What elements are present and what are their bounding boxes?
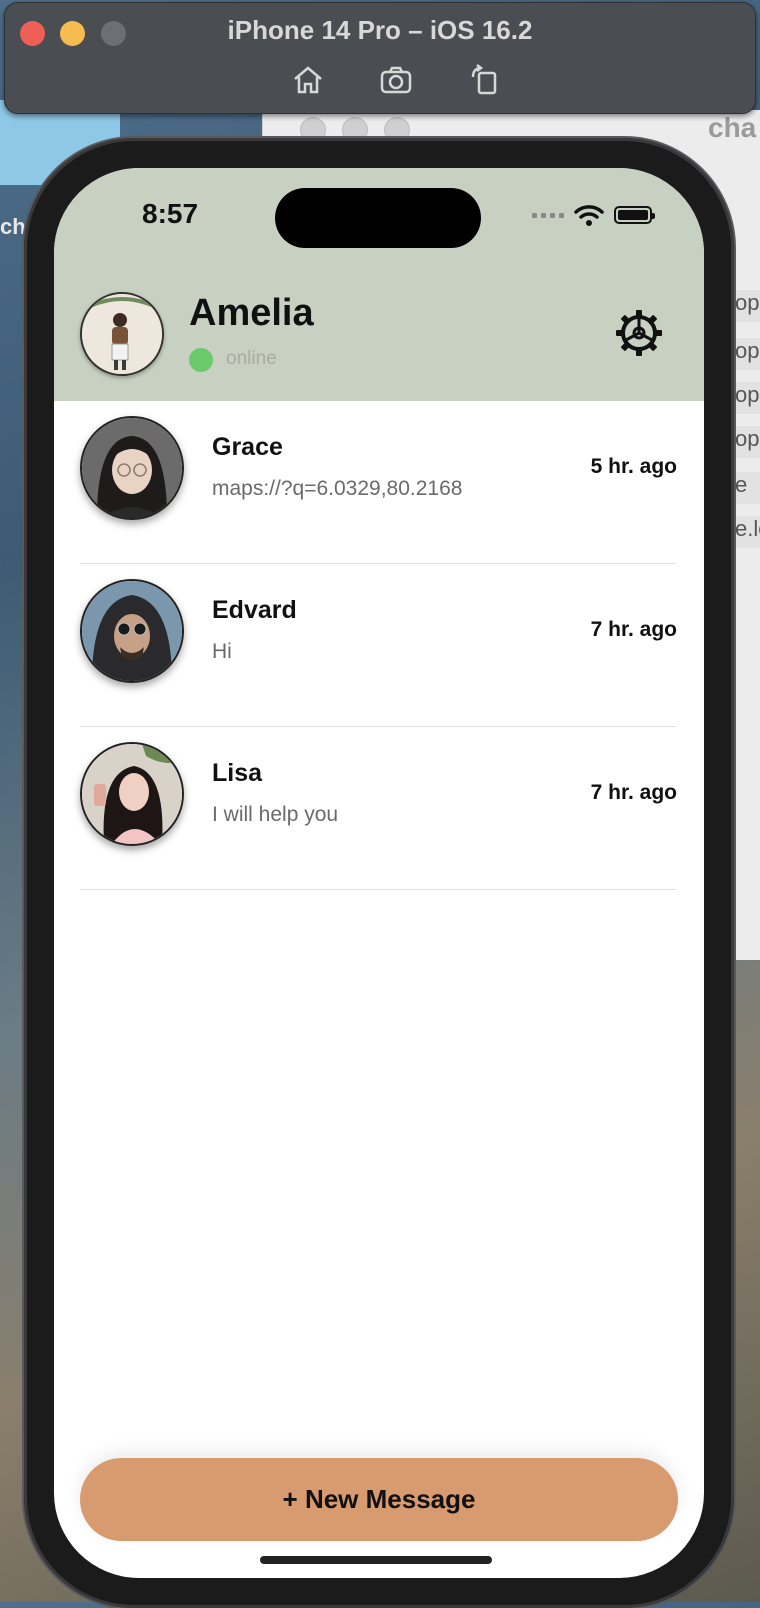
- background-text-fragment: ch: [0, 214, 26, 239]
- chat-row-edvard[interactable]: Edvard Hi 7 hr. ago: [80, 564, 677, 727]
- simulator-title: iPhone 14 Pro – iOS 16.2: [227, 15, 533, 45]
- wifi-icon: [574, 205, 604, 226]
- home-indicator: [260, 1556, 492, 1564]
- battery-icon: [614, 206, 655, 224]
- avatar: [80, 579, 184, 683]
- background-side-row: op: [735, 426, 760, 458]
- chat-header: 8:57 Amelia online: [54, 168, 704, 401]
- chat-timestamp: 7 hr. ago: [590, 618, 677, 641]
- simulator-toolbar: [291, 63, 501, 97]
- background-side-row: op: [735, 382, 760, 414]
- chat-last-message: maps://?q=6.0329,80.2168: [212, 477, 463, 500]
- chat-name: Lisa: [212, 759, 263, 787]
- iphone-frame: 8:57 Amelia online Grace maps://?q=6.032…: [24, 138, 734, 1608]
- background-side-row: op: [735, 290, 760, 322]
- online-status-label: online: [226, 348, 277, 369]
- chat-name: Grace: [212, 433, 283, 461]
- gear-icon: [616, 310, 662, 356]
- chat-row-lisa[interactable]: Lisa I will help you 7 hr. ago: [80, 727, 677, 890]
- chat-last-message: I will help you: [212, 803, 339, 826]
- profile-name: Amelia: [189, 292, 314, 334]
- chat-timestamp: 7 hr. ago: [590, 781, 677, 804]
- background-side-row: op: [735, 338, 760, 370]
- rotate-icon[interactable]: [467, 63, 501, 97]
- status-time: 8:57: [142, 198, 199, 229]
- chat-row-grace[interactable]: Grace maps://?q=6.0329,80.2168 5 hr. ago: [80, 401, 677, 564]
- new-message-button[interactable]: + New Message: [80, 1458, 678, 1541]
- settings-button[interactable]: [614, 308, 664, 358]
- home-icon[interactable]: [291, 63, 325, 97]
- screenshot-icon[interactable]: [379, 63, 413, 97]
- chat-name: Edvard: [212, 596, 297, 624]
- avatar: [80, 416, 184, 520]
- dynamic-island: [275, 188, 481, 248]
- cellular-signal-icon: [532, 212, 564, 218]
- chat-last-message: Hi: [212, 640, 232, 663]
- chat-timestamp: 5 hr. ago: [590, 455, 677, 478]
- background-window-title: cha: [708, 112, 757, 143]
- simulator-title-bar: iPhone 14 Pro – iOS 16.2: [4, 2, 756, 114]
- chat-list: Grace maps://?q=6.0329,80.2168 5 hr. ago…: [80, 401, 677, 890]
- status-icons: [532, 204, 655, 226]
- profile-avatar[interactable]: [80, 292, 164, 376]
- phone-screen: 8:57 Amelia online Grace maps://?q=6.032…: [54, 168, 704, 1578]
- background-side-row: e: [735, 472, 760, 504]
- avatar: [80, 742, 184, 846]
- online-status-dot: [189, 348, 213, 372]
- background-side-row: e.lo: [735, 516, 760, 548]
